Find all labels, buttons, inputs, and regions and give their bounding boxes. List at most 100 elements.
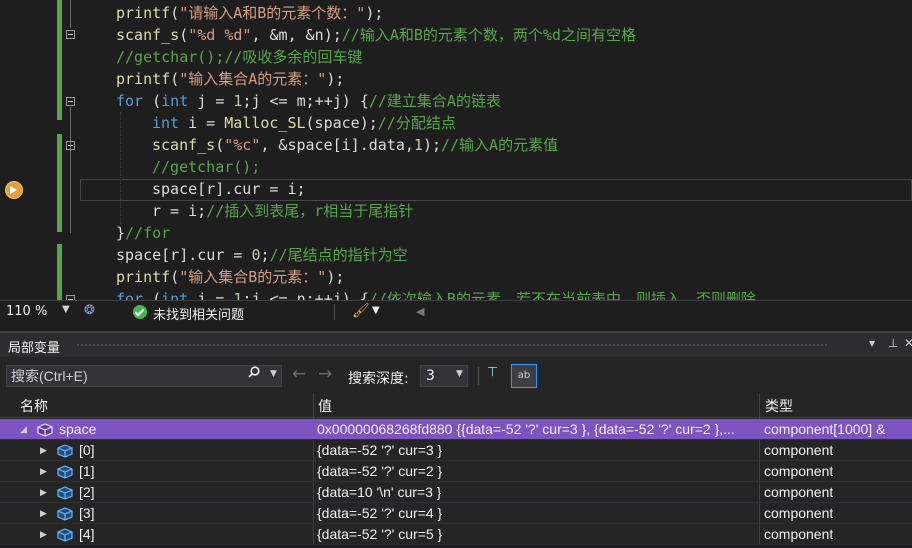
code-token: "输入集合B的元素：" [179,268,327,286]
code-line[interactable]: //getchar(); [152,156,260,178]
code-line[interactable]: scanf_s("%d %d", &m, &n);//输入A和B的元素个数，两个… [116,24,636,46]
editor-gutter[interactable] [0,0,80,300]
code-line[interactable]: printf("输入集合A的元素："); [116,68,344,90]
table-row[interactable]: ▶ [3] {data=-52 '?' cur=4 } component [0,503,912,524]
hex-display-button[interactable]: ab [511,364,537,388]
table-row[interactable]: ▶ [1] {data=-52 '?' cur=2 } component [0,461,912,482]
variable-value[interactable]: 0x00000068268fd880 {{data=-52 '?' cur=3 … [317,419,735,440]
column-header-type[interactable]: 类型 [765,396,793,416]
code-token: j = [188,290,234,300]
table-row[interactable]: ▶ [2] {data=10 '\n' cur=3 } component [0,482,912,503]
arrow-left-icon[interactable]: ← [292,366,306,383]
window-menu-icon[interactable]: ▾ [869,336,875,350]
code-token: 0 [251,246,261,264]
code-line[interactable]: space[r].cur = i; [152,178,306,200]
assist-icon[interactable]: ❂ [84,303,95,318]
issues-status[interactable]: 未找到相关问题 [153,304,244,323]
variable-value[interactable]: {data=-52 '?' cur=4 } [317,503,442,524]
expand-arrow-icon[interactable]: ▶ [40,482,47,503]
change-tracking-bar [57,0,62,120]
locals-window: 局部变量 ▾ ⊥ ✕ 搜索(Ctrl+E) ▼ ← → 搜索深度: 3 ▼ ⊤ … [0,331,912,545]
check-circle-icon [133,305,147,319]
search-depth-label: 搜索深度: [348,371,409,387]
code-line[interactable]: scanf_s("%c", &space[i].data,1);//输入A的元素… [152,134,558,156]
variable-type: component[1000] & [764,421,886,437]
locals-title: 局部变量 [8,341,61,356]
variable-value[interactable]: {data=10 '\n' cur=3 } [317,482,441,503]
collapse-icon[interactable] [66,97,75,106]
code-line[interactable]: int i = Malloc_SL(space);//分配结点 [152,112,456,134]
code-line[interactable]: //getchar();//吸收多余的回车键 [116,46,362,68]
separator [334,304,335,320]
code-token: //输入A和B的元素个数，两个%d之间有空格 [341,26,636,44]
fold-guide [70,107,71,233]
object-icon [57,506,73,521]
scroll-left-icon[interactable]: ◀ [416,305,424,318]
drag-handle[interactable] [76,343,828,347]
current-statement-arrow-icon[interactable] [5,181,23,199]
code-token: space[r].cur = [116,246,252,264]
variable-value[interactable]: {data=-52 '?' cur=3 } [317,440,442,461]
code-cleanup-icon[interactable]: 🖌 [352,303,370,319]
change-tracking-bar [57,134,62,232]
code-line[interactable]: space[r].cur = 0;//尾结点的指针为空 [116,244,408,266]
column-header-name[interactable]: 名称 [20,396,48,416]
expand-arrow-icon[interactable]: ▶ [40,503,47,524]
search-input[interactable]: 搜索(Ctrl+E) [6,365,282,387]
code-token: scanf_s [152,136,216,154]
code-token: //getchar();//吸收多余的回车键 [116,48,363,66]
variable-name: [2] [79,484,95,500]
code-token: int [152,114,180,132]
collapse-arrow-icon[interactable]: ◢ [20,419,27,440]
code-token: "输入集合A的元素：" [179,70,327,88]
object-icon [57,464,73,479]
code-line[interactable]: printf("输入集合B的元素："); [116,266,344,288]
code-token: //for [125,224,171,242]
chevron-down-icon[interactable]: ▼ [62,304,70,315]
variable-name: space [59,421,97,437]
expand-arrow-icon[interactable]: ▶ [40,524,47,545]
code-token: ( [170,4,180,22]
code-token: printf [116,70,171,88]
code-token: ( [170,70,180,88]
table-row[interactable]: ◢ space 0x00000068268fd880 {{data=-52 '?' … [0,419,912,440]
pin-icon[interactable]: ⊥ [888,336,898,350]
arrow-right-icon[interactable]: → [318,366,332,383]
chevron-down-icon[interactable]: ▼ [456,369,463,379]
code-token: , &space[i].data, [260,136,414,154]
chevron-down-icon[interactable]: ▼ [372,305,380,316]
variable-value[interactable]: {data=-52 '?' cur=2 } [317,461,442,482]
code-token: //建立集合A的链表 [368,92,501,110]
search-icon[interactable] [248,366,260,378]
code-token: for [116,92,144,110]
column-header-value[interactable]: 值 [318,396,332,416]
variable-value[interactable]: {data=-52 '?' cur=5 } [317,524,442,545]
close-icon[interactable]: ✕ [904,336,912,350]
code-token: ); [422,136,441,154]
object-icon [57,443,73,458]
code-token: ;j <= n;++j) { [242,290,369,300]
code-editor[interactable]: printf("请输入A和B的元素个数："); scanf_s("%d %d", … [0,0,912,300]
pin-icon[interactable]: ⊤ [487,365,498,380]
code-line[interactable]: r = i;//插入到表尾，r相当于尾指针 [152,200,413,222]
table-row[interactable]: ▶ [4] {data=-52 '?' cur=5 } component [0,524,912,545]
table-row[interactable]: ▶ [0] {data=-52 '?' cur=3 } component [0,440,912,461]
code-line[interactable]: for (int j = 1;j <= n;++j) {//依次输入B的元素，若… [116,288,756,300]
collapse-icon[interactable] [66,141,75,150]
code-token: ); [326,70,345,88]
variable-type: component [764,463,834,479]
code-token: , &m, &n); [251,26,342,44]
code-token: //插入到表尾，r相当于尾指针 [206,202,414,220]
code-token: "请输入A和B的元素个数：" [179,4,366,22]
code-line[interactable]: }//for [116,222,170,244]
zoom-level[interactable]: 110 % [6,304,47,319]
expand-arrow-icon[interactable]: ▶ [40,440,47,461]
locals-toolbar: 搜索(Ctrl+E) ▼ ← → 搜索深度: 3 ▼ ⊤ ab [0,357,912,393]
code-token: ( [215,136,225,154]
collapse-icon[interactable] [66,30,75,39]
code-line[interactable]: for (int j = 1;j <= m;++j) {//建立集合A的链表 [116,90,501,112]
chevron-down-icon[interactable]: ▼ [270,369,277,379]
code-line[interactable]: printf("请输入A和B的元素个数："); [116,2,383,24]
code-token: ;j <= m;++j) { [242,92,369,110]
expand-arrow-icon[interactable]: ▶ [40,461,47,482]
